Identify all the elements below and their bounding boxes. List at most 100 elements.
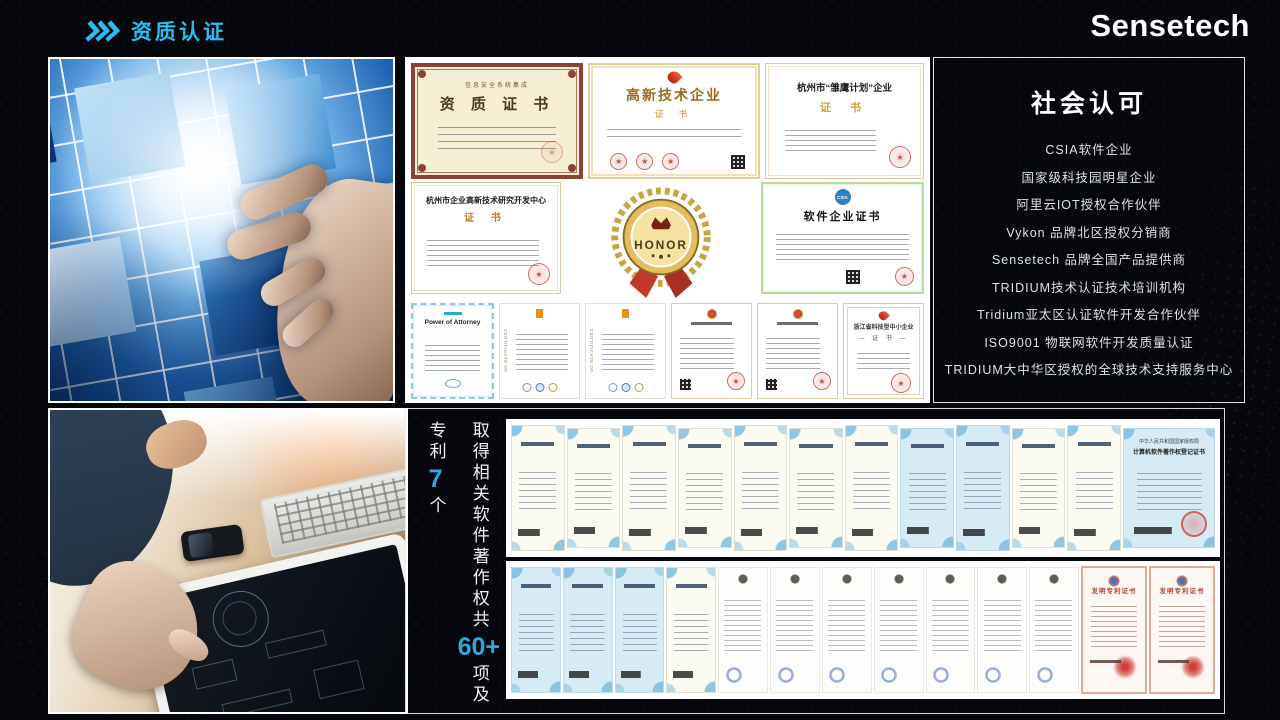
text-lines [516,334,568,373]
red-seal-icon [528,263,550,285]
smartphone [180,524,244,562]
red-seal-icon [610,153,627,170]
red-seal-icon [895,267,914,286]
qr-code-icon [680,379,691,390]
registrar-mark-icon [622,309,629,318]
text-lines [857,353,911,370]
accreditation-seals [522,383,557,392]
invention-patent-certificate: 发明专利证书 [1149,566,1215,694]
certificate-iso-registration: CERTIFICATE OF REGISTRATION [585,303,666,399]
innovation-patent-document [874,567,924,693]
certificate-side-text: CERTIFICATE OF REGISTRATION [587,309,596,393]
red-seal-icon [891,373,911,393]
software-copyright-certificate [511,567,561,693]
svg-text:HONOR: HONOR [634,238,688,252]
text-lines [427,240,539,269]
vendor-logo-mark [444,312,462,315]
innovation-patent-document [1029,567,1079,693]
list-item: ISO9001 物联网软件开发质量认证 [934,330,1244,358]
certificate-title-bar [777,322,818,325]
list-item: Vykon 品牌北区授权分销商 [934,220,1244,248]
innovation-patent-document [822,567,872,693]
certificate-title: 杭州市企业高新技术研究开发中心 [412,195,560,206]
vertical-caption: 取得相关软件著作权共60+项及 专利7个 [420,421,500,709]
flame-icon [877,309,890,322]
count-7: 7 [429,467,443,492]
social-recognition-panel: 社会认可 CSIA软件企业 国家级科技园明星企业 阿里云IOT授权合作伙伴 Vy… [933,57,1245,403]
patents-panel: 取得相关软件著作权共60+项及 专利7个 中华人民共和国国家版权局 计算机软件著… [405,408,1225,714]
red-seal-icon [541,141,563,163]
certificate-business-license [671,303,752,399]
software-copyright-certificate [511,425,565,551]
certificate-title: 计算机软件著作权登记证书 [1124,447,1214,456]
recognition-list: CSIA软件企业 国家级科技园明星企业 阿里云IOT授权合作伙伴 Vykon 品… [934,137,1244,385]
certificate-side-text: CERTIFICATE OF REGISTRATION [501,309,510,393]
software-copyright-certificate [615,567,665,693]
count-60plus: 60+ [458,635,500,660]
csia-badge-icon: CSIA [835,189,851,205]
certificate-title: 发明专利证书 [1151,585,1213,595]
certificate-power-of-attorney: Power of Attorney [411,303,494,399]
text-lines [680,338,734,372]
software-copyright-certificate-large: 中华人民共和国国家版权局 计算机软件著作权登记证书 [1123,428,1215,548]
patent-certificates-row: 发明专利证书 发明专利证书 [506,561,1220,699]
slide: 资质认证 Sensetech [0,0,1280,720]
certificate-subtitle: 证 书 [766,99,923,115]
text-lines [607,129,741,144]
list-item: Tridium亚太区认证软件开发合作伙伴 [934,302,1244,330]
innovation-patent-document [977,567,1027,693]
certificate-chuying-plan: 杭州市“雏鹰计划”企业 证 书 [765,63,924,179]
header: 资质认证 [85,16,227,46]
software-copyright-certificate [789,428,843,548]
gold-medal-icon: HONOR [601,182,721,300]
red-seal-icon [889,146,911,168]
list-item: 阿里云IOT授权合作伙伴 [934,192,1244,220]
copyright-certificates-row: 中华人民共和国国家版权局 计算机软件著作权登记证书 [506,419,1220,557]
seal-row [610,153,744,170]
panel-title: 社会认可 [934,84,1244,120]
caption-column-patent: 专利7个 [428,421,445,709]
text-lines [425,345,480,373]
green-stamp-icon [445,379,461,388]
certificate-title: 浙江省科技型中小企业 [844,322,923,331]
red-seal-icon [636,153,653,170]
software-copyright-certificate [1067,425,1121,551]
software-copyright-certificate [678,428,732,548]
certificate-subtitle: 证 书 [590,107,758,120]
certificates-panel: 信息安全系统集成 资 质 证 书 高新技术企业 证 书 杭州市“雏鹰计划”企业 [405,57,930,403]
software-copyright-certificate [622,425,676,551]
invention-patent-certificate: 发明专利证书 [1081,566,1147,694]
certificate-title: Power of Attorney [413,319,492,326]
software-copyright-certificate [900,428,954,548]
innovation-patent-document [926,567,976,693]
national-emblem-icon [793,309,803,319]
certificate-title: 资 质 证 书 [415,93,579,114]
page-title: 资质认证 [131,16,227,46]
certificate-title: 杭州市“雏鹰计划”企业 [766,80,923,94]
text-lines [766,338,820,372]
certificate-subtitle: 证 书 [412,209,560,224]
certificate-title-bar [691,322,732,325]
certificate-rd-center: 杭州市企业高新技术研究开发中心 证 书 [411,182,561,294]
certificate-iso-registration: CERTIFICATE OF REGISTRATION [499,303,580,399]
certificate-zhejiang-sme: 浙江省科技型中小企业 — 证 书 — [843,303,924,399]
software-copyright-certificate [666,567,716,693]
list-item: Sensetech 品牌全国产品提供商 [934,247,1244,275]
qr-code-icon [766,379,777,390]
text-lines [785,130,876,155]
text-lines [776,234,910,264]
list-item: 国家级科技园明星企业 [934,165,1244,193]
software-copyright-certificate [563,567,613,693]
software-copyright-certificate [734,425,788,551]
flame-icon [666,69,683,86]
list-item: CSIA软件企业 [934,137,1244,165]
accreditation-seals [608,383,643,392]
certificate-title: 发明专利证书 [1083,585,1145,595]
certificate-subtitle: — 证 书 — [844,333,923,342]
certificate-header: 中华人民共和国国家版权局 [1124,438,1214,445]
red-seal-icon [727,372,745,390]
software-copyright-certificate [567,428,621,548]
certificate-hightech-enterprise: 高新技术企业 证 书 [588,63,760,179]
certificate-qualification: 信息安全系统集成 资 质 证 书 [411,63,583,179]
registrar-mark-icon [536,309,543,318]
